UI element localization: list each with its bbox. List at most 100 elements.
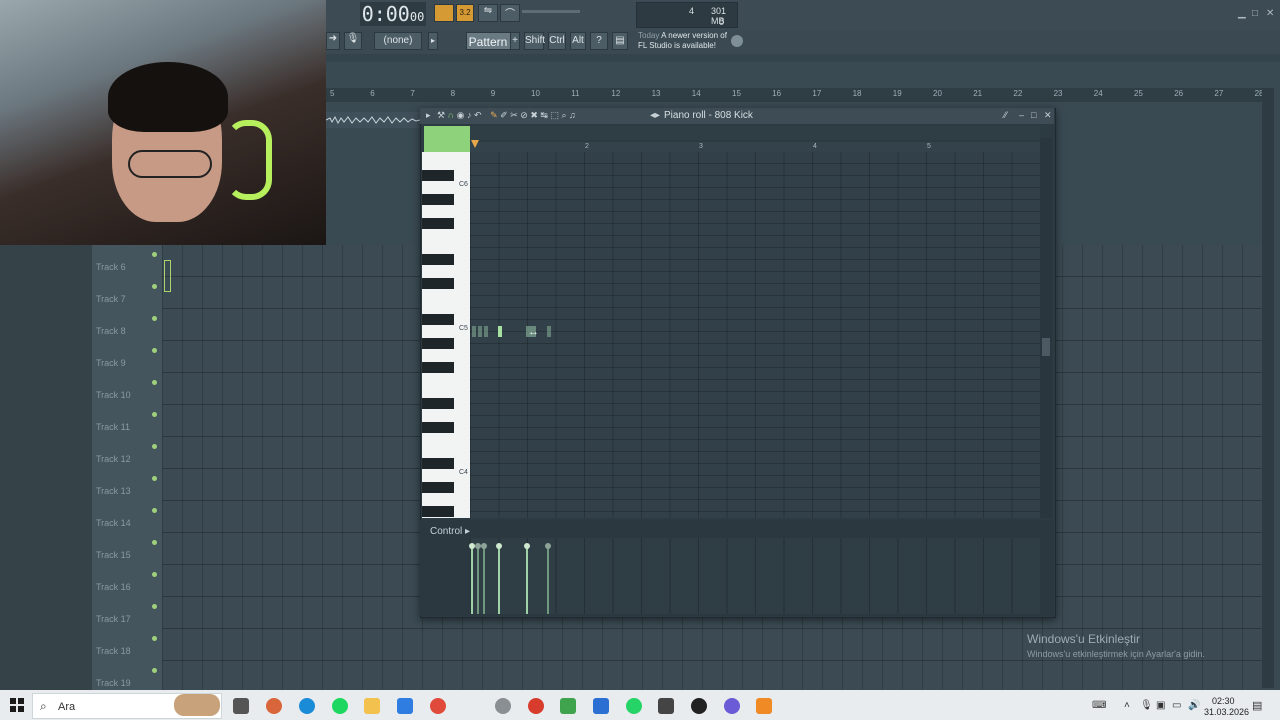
alt-button[interactable]: Alt [570,32,586,50]
delete-icon[interactable]: ✂ [510,110,518,120]
black-key[interactable] [422,422,454,433]
track-label[interactable]: Track 11 [96,422,130,432]
black-key[interactable] [422,482,454,493]
velocity-bar[interactable] [524,543,530,614]
pr-maximize-icon[interactable]: □ [1031,110,1036,120]
cut-icon[interactable]: ⊘ [520,110,528,120]
master-volume-slider[interactable] [522,10,580,13]
pr-close-icon[interactable]: ✕ [1044,110,1052,121]
keyboard-icon[interactable]: ⌨ [1092,700,1106,711]
track-label[interactable]: Track 10 [96,390,131,400]
app-icon-2[interactable] [528,698,544,714]
piano-roll-options-icon[interactable]: ⁄⁄ [1004,110,1007,120]
piano-roll-ruler[interactable] [470,142,1040,152]
minimize-icon[interactable]: ▁ [1238,8,1246,19]
brush-icon[interactable]: ✐ [500,110,508,120]
pattern-prev-icon[interactable]: ▸ [428,32,438,50]
note-ghost[interactable] [478,326,482,337]
help-icon[interactable]: ? [590,32,608,50]
slip-icon[interactable]: ↹ [540,110,548,120]
track-label[interactable]: Track 13 [96,486,131,496]
notification-icon[interactable]: ▤ [1252,699,1262,712]
black-key[interactable] [422,398,454,409]
app-icon-3[interactable] [658,698,674,714]
update-hint[interactable]: Today A newer version of FL Studio is ava… [638,31,738,53]
track-mute-led[interactable] [152,604,157,609]
black-key[interactable] [422,170,454,181]
audio-clip-waveform[interactable] [325,112,421,128]
track-label[interactable]: Track 12 [96,454,131,464]
spotify-icon[interactable] [332,698,348,714]
menu-arrow-icon[interactable]: ▸ [426,110,431,120]
black-key[interactable] [422,338,454,349]
app-icon-5[interactable] [724,698,740,714]
arrow-right-icon[interactable]: ➜ [326,32,340,50]
track-label[interactable]: Track 7 [96,294,126,304]
record-icon[interactable]: ◉ [457,110,465,120]
track-mute-led[interactable] [152,540,157,545]
velocity-bar[interactable] [469,543,475,614]
piano-roll-grid[interactable] [470,152,1040,518]
pencil-icon[interactable]: ✎ [490,110,498,120]
start-icon[interactable] [10,698,24,712]
track-label[interactable]: Track 9 [96,358,126,368]
note-ghost[interactable] [484,326,488,337]
track-mute-led[interactable] [152,668,157,673]
close-icon[interactable]: ✕ [1266,8,1274,19]
velocity-bar[interactable] [481,543,487,614]
track-mute-led[interactable] [152,284,157,289]
piano-roll-scrollbar[interactable] [1040,138,1052,518]
tray-chevron-icon[interactable]: ˄ [1124,700,1130,711]
chrome-icon[interactable] [430,698,446,714]
store-icon[interactable] [397,698,413,714]
black-key[interactable] [422,194,454,205]
select-icon[interactable]: ⬚ [550,110,559,120]
loop-record-icon[interactable]: ⇋ [478,4,498,22]
pr-minimize-icon[interactable]: – [1019,110,1024,120]
pattern-clip[interactable] [164,260,171,292]
control-selector[interactable]: Control ▸ [430,526,470,537]
track-label[interactable]: Track 15 [96,550,131,560]
track-mute-led[interactable] [152,508,157,513]
note-ghost[interactable] [547,326,551,337]
piano-roll-corner-tab[interactable] [424,126,470,152]
track-mute-led[interactable] [152,444,157,449]
clock-date[interactable]: 31.03.2026 [1204,707,1249,717]
battery-icon[interactable]: ▭ [1172,700,1181,711]
track-label[interactable]: Track 19 [96,678,131,688]
app-icon-1[interactable] [495,698,511,714]
ctrl-button[interactable]: Ctrl [548,32,566,50]
edge-icon[interactable] [299,698,315,714]
magnet-icon[interactable]: ∩ [448,110,454,120]
event-timeline[interactable] [470,126,1040,140]
track-mute-led[interactable] [152,476,157,481]
black-key[interactable] [422,506,454,517]
track-mute-led[interactable] [152,412,157,417]
maximize-icon[interactable]: □ [1252,8,1258,19]
black-key[interactable] [422,278,454,289]
app-icon-4[interactable] [691,698,707,714]
track-mute-led[interactable] [152,252,157,257]
task-view-icon[interactable] [233,698,249,714]
playhead-marker[interactable] [471,140,479,148]
none-select[interactable]: (none) [374,32,422,50]
network-icon[interactable]: ▣ [1156,700,1165,711]
black-key[interactable] [422,254,454,265]
black-key[interactable] [422,218,454,229]
microphone-icon[interactable]: 🎙 [344,32,362,50]
wait-input-icon[interactable]: ⌒ [500,4,520,22]
track-mute-led[interactable] [152,636,157,641]
whatsapp-icon[interactable] [626,698,642,714]
velocity-bar[interactable] [545,543,551,614]
fl-studio-icon[interactable] [756,698,772,714]
pattern-mode-button[interactable] [434,4,454,22]
track-label[interactable]: Track 18 [96,646,131,656]
track-mute-led[interactable] [152,380,157,385]
zoom-icon[interactable]: ⌕ [561,110,566,120]
shop-icon[interactable]: ▤ [612,32,628,50]
wrench-icon[interactable]: ⚒ [437,110,445,120]
velocity-lane[interactable] [470,538,1040,614]
tray-microphone-icon[interactable]: 🎙 [1140,700,1153,711]
track-label[interactable]: Track 14 [96,518,131,528]
metronome-button[interactable]: 3.2 [456,4,474,22]
